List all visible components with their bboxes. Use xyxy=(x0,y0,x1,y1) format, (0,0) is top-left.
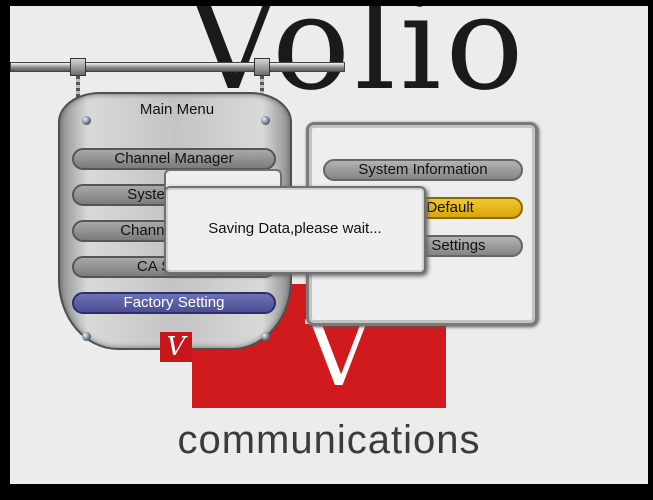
menu-item-channel-manager[interactable]: Channel Manager xyxy=(72,148,276,170)
brand-wordmark: communications xyxy=(177,418,481,462)
hanging-rail xyxy=(10,62,345,72)
rail-clamp xyxy=(254,58,270,76)
main-menu-title: Main Menu xyxy=(139,101,215,118)
screw-icon xyxy=(82,332,91,341)
saving-dialog: Saving Data,please wait... xyxy=(164,186,426,274)
saving-message: Saving Data,please wait... xyxy=(208,220,382,237)
submenu-item-system-information[interactable]: System Information xyxy=(323,159,523,181)
screw-icon xyxy=(82,116,91,125)
v-logo-icon: V xyxy=(160,332,192,362)
menu-item-factory-setting[interactable]: Factory Setting xyxy=(72,292,276,314)
rail-clamp xyxy=(70,58,86,76)
screw-icon xyxy=(261,332,270,341)
screw-icon xyxy=(261,116,270,125)
tv-screen: Volio V communications Main Menu Channel… xyxy=(10,6,648,484)
brand-logo-letter: V xyxy=(306,302,371,407)
